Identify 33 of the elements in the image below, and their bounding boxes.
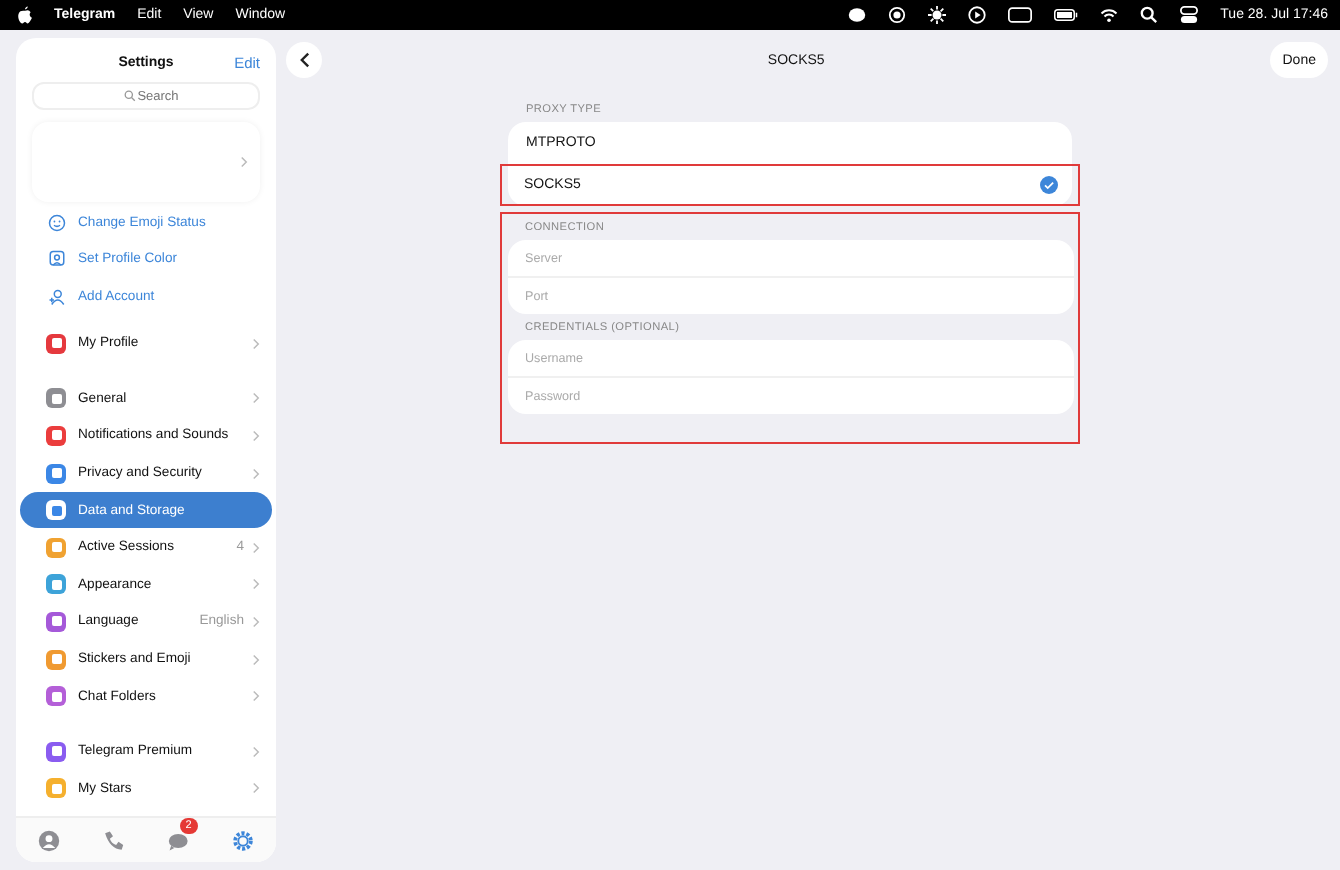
chevron-icon <box>252 392 260 405</box>
search-icon[interactable] <box>1140 6 1159 24</box>
chevron-icon <box>252 745 260 758</box>
chevron-left-icon <box>299 52 309 68</box>
smiley-icon <box>48 213 66 232</box>
search-icon <box>124 90 136 102</box>
wifi-icon[interactable] <box>1100 6 1119 24</box>
chevron-icon <box>252 467 260 480</box>
chat-bubble-icon[interactable] <box>848 6 867 24</box>
control-center-icon[interactable] <box>1180 6 1199 24</box>
phone-icon[interactable] <box>102 829 125 851</box>
checkmark-icon <box>1040 176 1058 194</box>
chevron-icon <box>252 337 260 350</box>
apple-logo-icon[interactable] <box>18 6 32 24</box>
chevron-icon <box>252 653 260 666</box>
chat-bubbles-icon[interactable] <box>167 829 190 851</box>
profile-frame-icon <box>48 250 66 269</box>
chevron-icon <box>252 429 260 442</box>
tv-icon[interactable] <box>1008 6 1033 24</box>
chevron-icon <box>252 541 260 554</box>
target-icon[interactable] <box>888 6 907 24</box>
chevron-icon <box>240 156 248 168</box>
back-button[interactable] <box>286 42 322 78</box>
battery-icon[interactable] <box>1054 6 1079 24</box>
chevron-icon <box>252 615 260 628</box>
gear-icon[interactable] <box>232 829 255 851</box>
chevron-icon <box>252 690 260 703</box>
chevron-icon <box>252 578 260 591</box>
add-person-icon <box>48 287 66 306</box>
play-icon[interactable] <box>968 6 987 24</box>
person-icon[interactable] <box>37 829 60 851</box>
chevron-icon <box>252 782 260 795</box>
sun-icon[interactable] <box>928 6 947 24</box>
